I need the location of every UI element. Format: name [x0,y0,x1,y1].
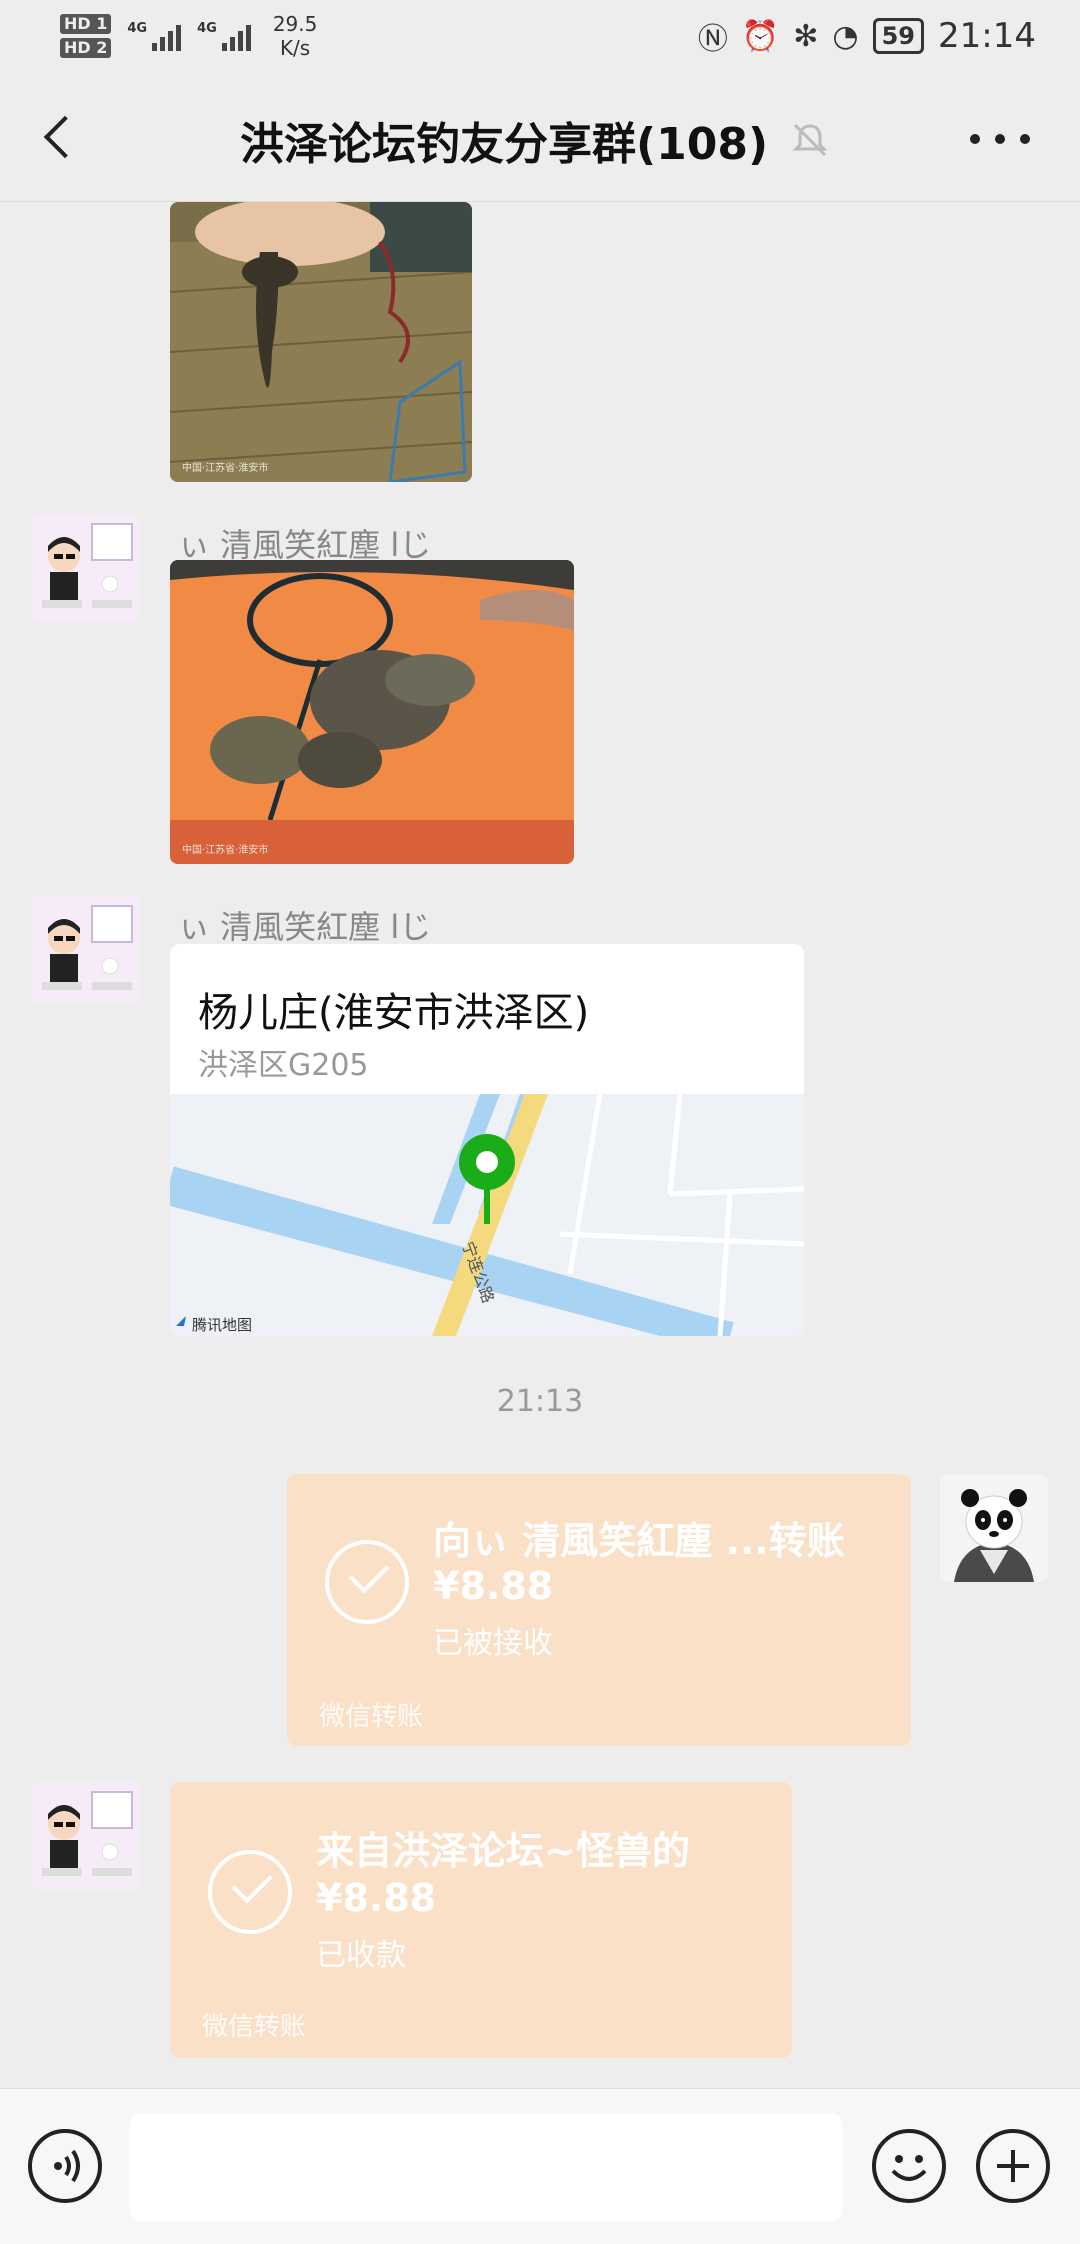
signal-2-icon: 4G [197,21,251,51]
transfer-footer: 微信转账 [202,2012,307,2042]
status-right: Ⓝ ⏰ ✻ ◔ 59 21:14 [698,14,1036,58]
sim-indicators: HD 1 HD 2 [60,14,112,58]
sent-transfer-message[interactable]: 向ぃ 清風笑紅塵 ...转账 ¥8.88 已被接收 微信转账 [287,1474,911,1746]
battery-icon: 59 [872,18,925,54]
received-transfer-message[interactable]: 来自洪泽论坛~怪兽的 ¥8.88 已收款 微信转账 [170,1782,792,2058]
cartoon-avatar [32,1782,140,1890]
location-map: 宁连公路 腾讯地图 [170,1094,804,1336]
chat-area[interactable]: 中国·江苏省·淮安市 ぃ 清風笑紅塵 lじ 中国·江苏省·淮安市 ぃ 清風笑紅塵… [0,202,1080,2088]
my-avatar[interactable] [940,1474,1048,1582]
photo-watermark: 中国·江苏省·淮安市 [182,845,269,856]
mute-icon [792,123,828,157]
map-provider-label: 腾讯地图 [192,1316,252,1334]
avatar[interactable] [32,896,140,1004]
location-message[interactable]: 杨儿庄(淮安市洪泽区) 洪泽区G205 宁连公路 腾讯地图 [170,944,804,1336]
alarm-icon: ⏰ [741,18,780,54]
cartoon-avatar [32,896,140,1004]
checkmark-icon [208,1850,292,1934]
transfer-footer: 微信转账 [319,1702,424,1732]
sim1-badge: HD 1 [60,14,112,34]
fish-catch-photo [170,560,574,864]
chat-header: 洪泽论坛钓友分享群(108) [0,72,1080,202]
voice-icon [54,2149,80,2183]
message-input[interactable] [130,2113,842,2221]
avatar[interactable] [32,1782,140,1890]
fish-photo-message[interactable]: 中国·江苏省·淮安市 [170,202,472,482]
transfer-status: 已收款 [316,1938,406,1973]
signal-1-icon: 4G [127,21,182,51]
fish-catch-photo-message[interactable]: 中国·江苏省·淮安市 [170,560,574,864]
speedometer-icon: ◔ [832,18,859,54]
smiley-icon [891,2155,927,2181]
transfer-amount: ¥8.88 [433,1564,554,1608]
transfer-amount: ¥8.88 [316,1876,437,1920]
panda-avatar [940,1474,1048,1582]
status-bar: HD 1 HD 2 4G 4G 29.5 K/s Ⓝ ⏰ ✻ ◔ 59 21:1… [0,0,1080,72]
voice-input-button[interactable] [28,2129,102,2203]
location-address: 洪泽区G205 [198,1048,369,1083]
sender-name: ぃ 清風笑紅塵 lじ [178,908,432,946]
avatar[interactable] [32,514,140,622]
more-functions-button[interactable] [976,2129,1050,2203]
chat-title-group: 洪泽论坛钓友分享群(108) [240,108,830,172]
status-left: HD 1 HD 2 4G 4G 29.5 K/s [60,12,317,60]
transfer-title: 向ぃ 清風笑紅塵 ...转账 [433,1519,845,1563]
location-name: 杨儿庄(淮安市洪泽区) [198,990,590,1036]
transfer-status: 已被接收 [433,1626,553,1661]
chat-title: 洪泽论坛钓友分享群(108) [240,119,769,170]
sim2-badge: HD 2 [60,38,112,58]
back-button[interactable] [38,112,88,162]
checkmark-icon [325,1540,409,1624]
more-options-button[interactable] [970,124,1030,154]
fish-photo [170,202,472,482]
input-bar [0,2088,1080,2244]
transfer-title: 来自洪泽论坛~怪兽的 [316,1829,690,1873]
nfc-icon: Ⓝ [697,22,728,57]
cartoon-avatar [32,514,140,622]
network-speed: 29.5 K/s [272,12,318,60]
photo-watermark: 中国·江苏省·淮安市 [182,463,269,474]
emoji-button[interactable] [872,2129,946,2203]
status-time: 21:14 [938,16,1036,56]
time-separator: 21:13 [496,1384,584,1419]
bluetooth-icon: ✻ [793,18,819,54]
